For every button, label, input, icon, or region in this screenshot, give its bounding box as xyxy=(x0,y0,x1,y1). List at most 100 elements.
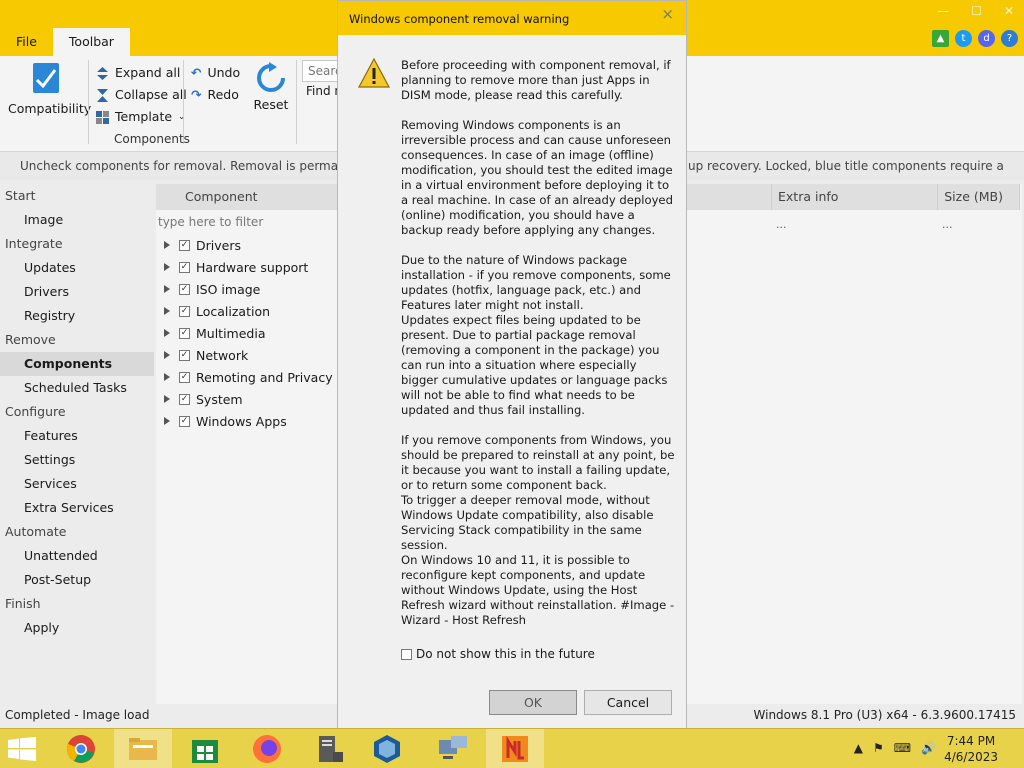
component-checkbox[interactable]: ✓ xyxy=(179,371,190,383)
dialog-title: Windows component removal warning xyxy=(349,12,570,26)
tree-row[interactable]: ✓ Localization xyxy=(162,300,333,322)
expand-arrow-icon[interactable] xyxy=(164,241,170,249)
component-checkbox[interactable]: ✓ xyxy=(179,327,190,339)
reset-icon xyxy=(257,62,285,92)
warning-dialog: Windows component removal warning × Befo… xyxy=(337,0,687,729)
virtualbox-icon[interactable] xyxy=(358,729,416,768)
component-tree: ✓ Drivers ✓ Hardware support ✓ ISO image ✓ Loca… xyxy=(162,234,333,432)
firefox-icon[interactable] xyxy=(238,729,296,768)
sidebar-item-registry[interactable]: Registry xyxy=(0,304,154,328)
expand-arrow-icon[interactable] xyxy=(164,307,170,315)
menu-tabs: File Toolbar xyxy=(0,28,130,56)
sidebar-item-apply[interactable]: Apply xyxy=(0,616,154,640)
sidebar-category-finish: Finish xyxy=(5,596,41,611)
tree-row[interactable]: ✓ Hardware support xyxy=(162,256,333,278)
undo-button[interactable]: ↶ Undo xyxy=(191,62,240,84)
template-dropdown[interactable]: Template ⌄ xyxy=(96,106,187,128)
maximize-icon[interactable]: ☐ xyxy=(971,4,982,18)
update-arrow-icon[interactable]: ▲ xyxy=(932,30,949,47)
window-controls: — ☐ ✕ xyxy=(937,4,1014,18)
component-label: Windows Apps xyxy=(196,413,287,429)
sidebar-item-services[interactable]: Services xyxy=(0,472,154,496)
component-label: Hardware support xyxy=(196,259,309,275)
tree-row[interactable]: ✓ Remoting and Privacy xyxy=(162,366,333,388)
dont-show-checkbox[interactable]: Do not show this in the future xyxy=(401,647,595,661)
expand-arrow-icon[interactable] xyxy=(164,351,170,359)
column-size[interactable]: Size (MB) xyxy=(938,184,1020,210)
component-label: Remoting and Privacy xyxy=(196,369,333,385)
tree-row[interactable]: ✓ System xyxy=(162,388,333,410)
volume-icon[interactable]: 🔊 xyxy=(921,741,936,755)
tree-row[interactable]: ✓ Windows Apps xyxy=(162,410,333,432)
start-button-icon[interactable] xyxy=(8,737,36,761)
checkbox-box[interactable] xyxy=(401,648,412,660)
help-icon[interactable]: ? xyxy=(1001,30,1018,47)
tree-row[interactable]: ✓ Drivers xyxy=(162,234,333,256)
tree-row[interactable]: ✓ Multimedia xyxy=(162,322,333,344)
sidebar-item-scheduled-tasks[interactable]: Scheduled Tasks xyxy=(0,376,154,400)
sidebar-item-extra-services[interactable]: Extra Services xyxy=(0,496,154,520)
sidebar-item-post-setup[interactable]: Post-Setup xyxy=(0,568,154,592)
status-left: Completed - Image load xyxy=(5,708,150,722)
sidebar-item-image[interactable]: Image xyxy=(0,208,154,232)
sidebar-item-settings[interactable]: Settings xyxy=(0,448,154,472)
close-icon[interactable]: × xyxy=(661,5,674,23)
reset-button[interactable]: Reset xyxy=(253,62,289,112)
search-input[interactable]: Search xyxy=(302,60,342,82)
discord-icon[interactable]: d xyxy=(978,30,995,47)
twitter-icon[interactable]: t xyxy=(955,30,972,47)
expand-all-button[interactable]: Expand all xyxy=(96,62,187,84)
sidebar-item-updates[interactable]: Updates xyxy=(0,256,154,280)
tab-file[interactable]: File xyxy=(0,28,53,56)
network-computer-icon[interactable] xyxy=(424,729,482,768)
ribbon-separator xyxy=(88,60,89,144)
ribbon-group-label: Components xyxy=(114,132,190,146)
sidebar-item-unattended[interactable]: Unattended xyxy=(0,544,154,568)
redo-button[interactable]: ↷ Redo xyxy=(191,84,240,106)
sidebar-item-components[interactable]: Components xyxy=(0,352,154,376)
component-checkbox[interactable]: ✓ xyxy=(179,283,190,295)
close-window-icon[interactable]: ✕ xyxy=(1004,4,1014,18)
component-checkbox[interactable]: ✓ xyxy=(179,261,190,273)
status-right: Windows 8.1 Pro (U3) x64 - 6.3.9600.1741… xyxy=(753,708,1016,722)
component-checkbox[interactable]: ✓ xyxy=(179,239,190,251)
clock[interactable]: 7:44 PM 4/6/2023 xyxy=(944,733,998,765)
minimize-icon[interactable]: — xyxy=(937,4,949,18)
chevron-down-icon: ⌄ xyxy=(178,112,186,122)
tree-row[interactable]: ✓ Network xyxy=(162,344,333,366)
tab-toolbar[interactable]: Toolbar xyxy=(52,28,130,56)
expand-arrow-icon[interactable] xyxy=(164,329,170,337)
component-checkbox[interactable]: ✓ xyxy=(179,349,190,361)
expand-arrow-icon[interactable] xyxy=(164,263,170,271)
tree-row[interactable]: ✓ ISO image xyxy=(162,278,333,300)
expand-arrow-icon[interactable] xyxy=(164,373,170,381)
network-icon[interactable]: ⌨ xyxy=(894,741,911,755)
sidebar-item-features[interactable]: Features xyxy=(0,424,154,448)
filter-input[interactable]: type here to filter xyxy=(158,212,263,232)
expand-arrow-icon[interactable] xyxy=(164,417,170,425)
template-icon xyxy=(96,110,109,124)
size-dots: ... xyxy=(942,218,953,231)
sidebar-category-integrate: Integrate xyxy=(5,236,63,251)
sidebar-item-drivers[interactable]: Drivers xyxy=(0,280,154,304)
store-icon[interactable] xyxy=(176,729,234,768)
expand-arrow-icon[interactable] xyxy=(164,395,170,403)
cancel-button[interactable]: Cancel xyxy=(584,690,672,715)
collapse-all-button[interactable]: Collapse all xyxy=(96,84,187,106)
ribbon-separator xyxy=(296,60,297,144)
component-checkbox[interactable]: ✓ xyxy=(179,415,190,427)
compatibility-button[interactable]: Compatibility xyxy=(8,62,91,116)
flag-icon[interactable]: ⚑ xyxy=(873,741,884,755)
tray-chevron-icon[interactable]: ▲ xyxy=(854,741,863,755)
server-manager-icon[interactable] xyxy=(300,729,358,768)
chrome-icon[interactable] xyxy=(52,729,110,768)
ntlite-icon[interactable] xyxy=(486,729,544,768)
ok-button[interactable]: OK xyxy=(489,690,577,715)
component-checkbox[interactable]: ✓ xyxy=(179,393,190,405)
expand-arrow-icon[interactable] xyxy=(164,285,170,293)
sidebar: Start Image Integrate Updates Drivers Registr… xyxy=(0,184,154,704)
column-extra-info[interactable]: Extra info xyxy=(772,184,938,210)
component-checkbox[interactable]: ✓ xyxy=(179,305,190,317)
file-explorer-icon[interactable] xyxy=(114,729,172,768)
warning-icon xyxy=(358,58,390,88)
